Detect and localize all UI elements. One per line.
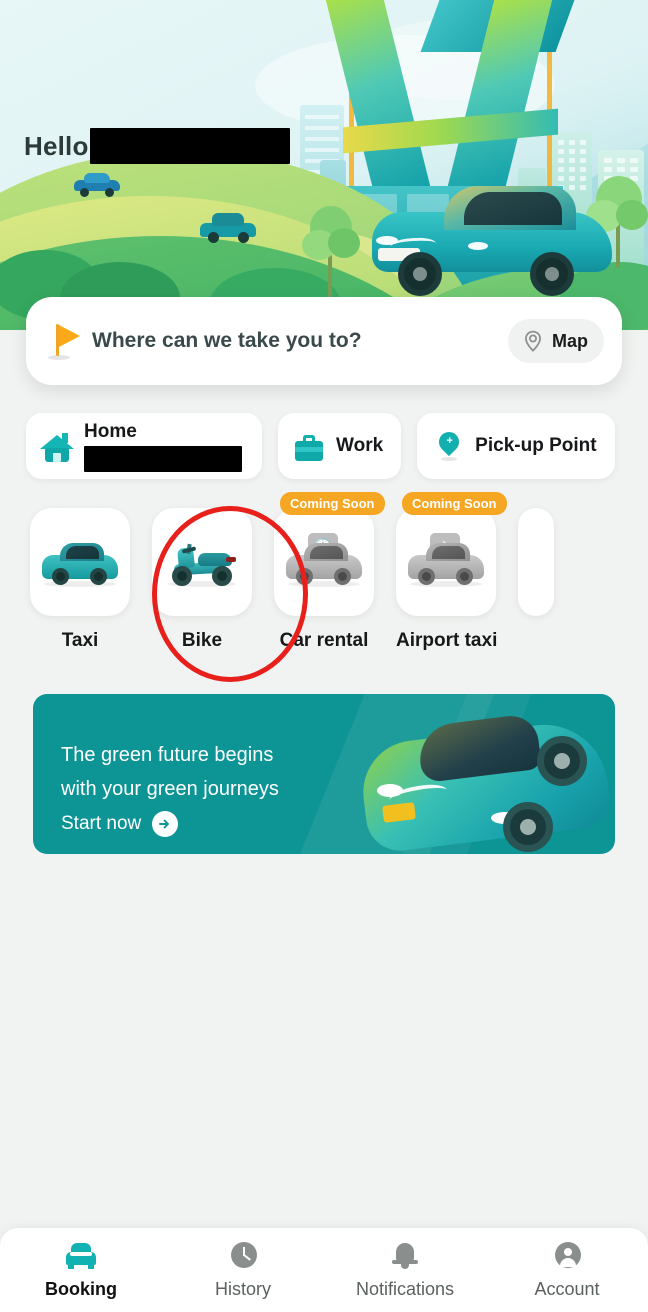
home-address-redaction bbox=[84, 445, 242, 472]
car-clock-icon: 🕐 bbox=[282, 533, 366, 589]
service-tiles-row: Taxi Bike Coming Soon 🕐 bbox=[0, 492, 648, 683]
flag-icon bbox=[44, 319, 84, 363]
service-tile-bike[interactable]: Bike bbox=[152, 508, 252, 683]
small-car-shape bbox=[74, 172, 120, 197]
map-button-label: Map bbox=[552, 330, 588, 351]
nav-item-label: Notifications bbox=[355, 1278, 455, 1299]
service-tile-label: Bike bbox=[181, 630, 223, 651]
destination-search-card[interactable]: Where can we take you to? Map bbox=[26, 297, 622, 385]
service-tile-card[interactable] bbox=[152, 508, 252, 616]
car-plane-icon: ✈ bbox=[404, 533, 488, 589]
banner-title-line1: The green future begins bbox=[61, 744, 274, 766]
nav-item-notifications[interactable]: Notifications bbox=[324, 1228, 486, 1312]
coming-soon-badge: Coming Soon bbox=[280, 492, 385, 515]
quick-place-home[interactable]: Home bbox=[26, 413, 262, 479]
service-tile-card[interactable] bbox=[518, 508, 554, 616]
quick-place-label: Pick-up Point bbox=[475, 435, 597, 456]
hero-illustration: Hello bbox=[0, 0, 648, 330]
clock-icon bbox=[226, 1241, 260, 1271]
tree-shape bbox=[300, 196, 360, 306]
service-tile-airport-taxi[interactable]: Coming Soon ✈ Airport taxi bbox=[396, 492, 507, 683]
greeting-block: Hello bbox=[24, 128, 290, 164]
service-tile-label: Car rental bbox=[279, 630, 369, 651]
service-tile-car-rental[interactable]: Coming Soon 🕐 Car rental bbox=[274, 492, 385, 683]
quick-place-pickup-point[interactable]: + Pick-up Point bbox=[417, 413, 615, 479]
service-tile-card[interactable] bbox=[30, 508, 130, 616]
banner-cta-label: Start now bbox=[61, 813, 142, 834]
small-car-shape bbox=[200, 212, 256, 243]
banner-title: The green future begins with your green … bbox=[61, 738, 391, 806]
greeting-text: Hello bbox=[24, 130, 89, 161]
arrow-right-icon bbox=[152, 811, 179, 837]
hero-car-shape bbox=[372, 186, 612, 296]
nav-item-label: Booking bbox=[45, 1278, 117, 1299]
car-icon bbox=[38, 535, 122, 589]
service-tile-label: Taxi bbox=[61, 630, 99, 651]
quick-places-row: Home Work + Pick-up Point bbox=[0, 413, 648, 479]
user-name-redaction bbox=[89, 128, 290, 164]
car-icon bbox=[64, 1241, 98, 1271]
service-tile-next-partial[interactable] bbox=[518, 508, 554, 683]
map-pin-plus-icon: + bbox=[429, 427, 467, 465]
nav-item-label: History bbox=[214, 1278, 271, 1299]
scooter-icon bbox=[160, 536, 244, 588]
service-tile-card[interactable]: 🕐 bbox=[274, 508, 374, 616]
banner-cta[interactable]: Start now bbox=[61, 811, 179, 837]
service-tile-label: Airport taxi bbox=[396, 630, 498, 651]
briefcase-icon bbox=[290, 427, 328, 465]
banner-title-line2: with your green journeys bbox=[61, 778, 279, 800]
bell-icon bbox=[388, 1241, 422, 1271]
location-pin-icon bbox=[521, 329, 545, 353]
service-tile-taxi[interactable]: Taxi bbox=[30, 508, 130, 683]
coming-soon-badge: Coming Soon bbox=[402, 492, 507, 515]
bottom-navigation: Booking History Notifications Account bbox=[0, 1228, 648, 1312]
user-icon bbox=[550, 1241, 584, 1271]
quick-place-label: Work bbox=[336, 435, 384, 456]
search-placeholder[interactable]: Where can we take you to? bbox=[92, 329, 508, 353]
service-tile-card[interactable]: ✈ bbox=[396, 508, 496, 616]
nav-item-account[interactable]: Account bbox=[486, 1228, 648, 1312]
quick-place-label: Home bbox=[84, 420, 137, 442]
nav-item-history[interactable]: History bbox=[162, 1228, 324, 1312]
nav-item-label: Account bbox=[534, 1278, 600, 1299]
map-button[interactable]: Map bbox=[508, 319, 604, 363]
promo-banner[interactable]: The green future begins with your green … bbox=[33, 694, 615, 854]
house-icon bbox=[38, 427, 76, 465]
nav-item-booking[interactable]: Booking bbox=[0, 1228, 162, 1312]
quick-place-work[interactable]: Work bbox=[278, 413, 402, 479]
